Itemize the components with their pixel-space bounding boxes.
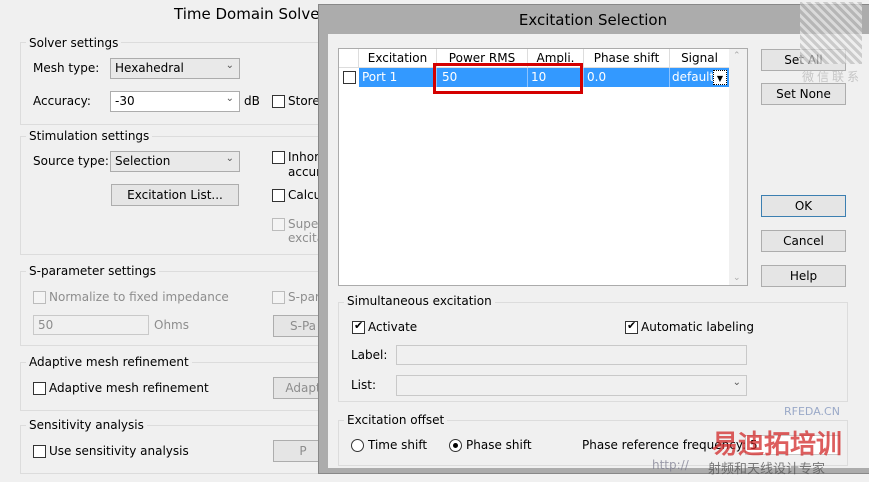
calc-label: Calcu xyxy=(288,188,322,202)
url-watermark: http:// xyxy=(652,458,689,472)
solver-settings-title: Solver settings xyxy=(26,36,122,50)
chevron-down-icon: ⌄ xyxy=(225,60,234,71)
scroll-down-icon[interactable]: ⌄ xyxy=(733,273,741,283)
source-type-value: Selection xyxy=(115,154,171,168)
adaptive-mesh-title: Adaptive mesh refinement xyxy=(26,355,192,369)
signal-dropdown-icon[interactable]: ▼ xyxy=(713,70,727,85)
table-scrollbar[interactable]: ⌃ ⌄ xyxy=(729,49,747,285)
phase-shift-label: Phase shift xyxy=(466,438,532,452)
automatic-labeling-label: Automatic labeling xyxy=(641,320,754,334)
excitation-list-button[interactable]: Excitation List... xyxy=(111,184,239,206)
chevron-down-icon: ⌄ xyxy=(732,377,741,388)
super-checkbox xyxy=(272,218,285,231)
cell-signal[interactable]: default ▼ xyxy=(670,68,729,87)
slogan-watermark: 射频和天线设计专家 xyxy=(708,462,826,477)
simultaneous-excitation-title: Simultaneous excitation xyxy=(344,294,495,308)
time-shift-radio[interactable] xyxy=(351,439,364,452)
automatic-labeling-checkbox[interactable] xyxy=(625,319,638,334)
accuracy-select[interactable]: -30 ⌄ xyxy=(110,91,240,112)
scroll-up-icon[interactable]: ⌃ xyxy=(733,51,741,61)
chevron-down-icon: ⌄ xyxy=(225,93,234,104)
excitation-offset-title: Excitation offset xyxy=(344,413,448,427)
s-parameter-title: S-parameter settings xyxy=(26,264,159,278)
impedance-input: 50 xyxy=(33,315,149,335)
time-shift-label: Time shift xyxy=(368,438,428,452)
adaptive-mesh-checkbox[interactable] xyxy=(33,382,46,395)
dialog-title: Excitation Selection xyxy=(518,11,668,29)
store-label: Store xyxy=(288,94,320,108)
sensitivity-title: Sensitivity analysis xyxy=(26,418,147,432)
mesh-type-select[interactable]: Hexahedral ⌄ xyxy=(110,58,240,79)
db-unit: dB xyxy=(244,94,260,108)
inhom-label-2: accur xyxy=(288,165,322,179)
brand-watermark: 易迪拓培训 xyxy=(712,430,843,460)
wechat-watermark: 微信联系 xyxy=(802,70,863,84)
accuracy-value: -30 xyxy=(115,94,135,108)
signal-value: default xyxy=(672,70,715,84)
sensitivity-label: Use sensitivity analysis xyxy=(49,444,189,458)
stimulation-settings-title: Stimulation settings xyxy=(26,129,153,143)
mesh-type-label: Mesh type: xyxy=(33,61,100,75)
row-checkbox[interactable] xyxy=(343,71,356,84)
col-header-signal[interactable]: Signal xyxy=(670,49,729,67)
accuracy-label: Accuracy: xyxy=(33,94,91,108)
chevron-down-icon: ⌄ xyxy=(225,153,234,164)
solver-settings-group xyxy=(20,42,330,125)
col-header-phase-shift[interactable]: Phase shift xyxy=(584,49,670,67)
activate-label: Activate xyxy=(368,320,418,334)
ok-button[interactable]: OK xyxy=(761,195,846,217)
highlight-box xyxy=(433,63,583,94)
bg-dialog-title: Time Domain Solver xyxy=(174,5,326,23)
site-watermark: RFEDA.CN xyxy=(784,405,840,418)
qr-code-watermark xyxy=(800,2,862,64)
calc-checkbox[interactable] xyxy=(272,189,285,202)
cancel-button[interactable]: Cancel xyxy=(761,230,846,252)
mesh-type-value: Hexahedral xyxy=(115,61,184,75)
adaptive-mesh-label: Adaptive mesh refinement xyxy=(49,381,209,395)
normalize-checkbox xyxy=(33,291,46,304)
phase-shift-radio[interactable] xyxy=(449,439,462,452)
cell-phase-shift[interactable]: 0.0 xyxy=(584,68,670,87)
activate-checkbox[interactable] xyxy=(352,319,365,334)
normalize-label: Normalize to fixed impedance xyxy=(49,290,229,304)
list-label: List: xyxy=(351,378,377,392)
help-button[interactable]: Help xyxy=(761,265,846,287)
source-type-label: Source type: xyxy=(33,154,109,168)
cell-excitation[interactable]: Port 1 xyxy=(359,68,437,87)
set-none-button[interactable]: Set None xyxy=(761,83,846,105)
spara-checkbox xyxy=(272,291,285,304)
list-select: ⌄ xyxy=(396,375,747,396)
inhom-checkbox[interactable] xyxy=(272,151,285,164)
ohms-label: Ohms xyxy=(154,318,189,332)
label-input xyxy=(396,345,747,365)
source-type-select[interactable]: Selection ⌄ xyxy=(110,151,240,172)
store-checkbox[interactable] xyxy=(272,95,285,108)
col-header-excitation[interactable]: Excitation xyxy=(359,49,437,67)
sensitivity-checkbox[interactable] xyxy=(33,445,46,458)
label-label: Label: xyxy=(351,348,388,362)
